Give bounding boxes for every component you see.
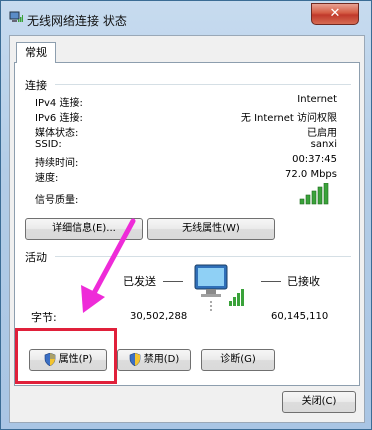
wireless-properties-button[interactable]: 无线属性(W) bbox=[147, 218, 275, 240]
bytes-received-value: 60,145,110 bbox=[271, 311, 329, 322]
ipv6-label: IPv6 连接: bbox=[35, 113, 83, 124]
status-dialog: 无线网络连接 状态 ✕ 常规 连接 IPv4 连接: Internet IPv6… bbox=[0, 0, 372, 430]
pointer-arrow-icon bbox=[81, 218, 136, 313]
disable-button[interactable]: 禁用(D) bbox=[117, 349, 191, 371]
signal-bar bbox=[311, 190, 317, 205]
signal-bar bbox=[305, 194, 311, 205]
uac-shield-icon bbox=[129, 352, 141, 366]
signal-bar bbox=[299, 198, 305, 205]
ipv4-label: IPv4 连接: bbox=[35, 98, 83, 109]
title-bar: 无线网络连接 状态 ✕ bbox=[1, 1, 371, 35]
duration-value: 00:37:45 bbox=[292, 154, 337, 165]
disable-button-label: 禁用(D) bbox=[143, 354, 180, 365]
highlight-box bbox=[15, 328, 117, 384]
diagnose-button[interactable]: 诊断(G) bbox=[201, 349, 275, 371]
ssid-label: SSID: bbox=[35, 139, 62, 150]
network-computer-icon bbox=[194, 264, 244, 311]
group-divider bbox=[55, 84, 351, 85]
speed-label: 速度: bbox=[35, 173, 59, 184]
media-state-label: 媒体状态: bbox=[35, 128, 79, 139]
window-close-button[interactable]: ✕ bbox=[311, 3, 359, 25]
bytes-label: 字节: bbox=[31, 311, 57, 324]
activity-heading: 活动 bbox=[25, 251, 47, 264]
connection-heading: 连接 bbox=[25, 79, 47, 92]
close-button[interactable]: 关闭(C) bbox=[282, 391, 356, 413]
wireless-network-icon bbox=[9, 11, 23, 22]
signal-quality-label: 信号质量: bbox=[35, 195, 79, 206]
signal-strength-icon bbox=[299, 183, 329, 205]
sent-line bbox=[163, 281, 183, 282]
duration-label: 持续时间: bbox=[35, 158, 79, 169]
tab-general[interactable]: 常规 bbox=[16, 42, 56, 63]
signal-bar bbox=[323, 183, 329, 205]
speed-value: 72.0 Mbps bbox=[285, 169, 337, 180]
ipv6-value: 无 Internet 访问权限 bbox=[240, 113, 337, 124]
received-line bbox=[261, 281, 281, 282]
received-label: 已接收 bbox=[287, 275, 320, 288]
window-title: 无线网络连接 状态 bbox=[27, 14, 127, 28]
ssid-value: sanxi bbox=[310, 139, 337, 150]
media-state-value: 已启用 bbox=[307, 128, 337, 139]
signal-bar bbox=[317, 186, 323, 205]
ipv4-value: Internet bbox=[297, 94, 337, 105]
